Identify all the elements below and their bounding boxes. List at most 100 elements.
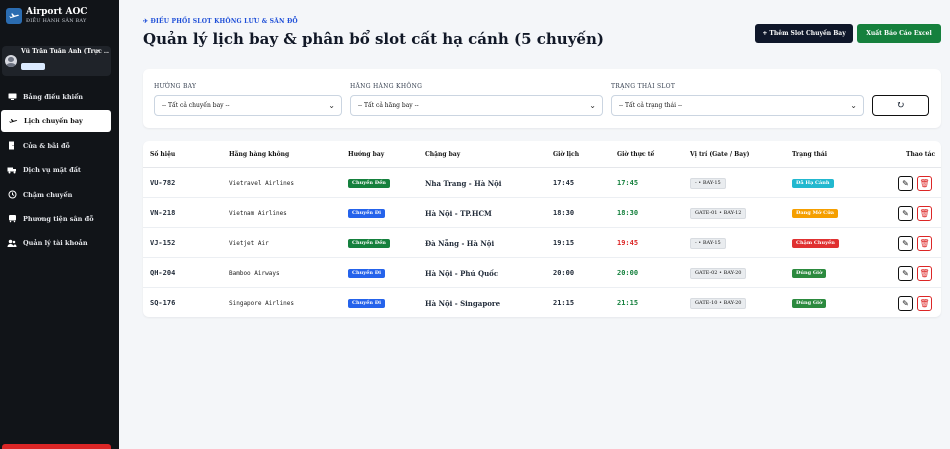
- position-badge: - • BAY-15: [690, 177, 726, 189]
- sidebar-item-apron-vehicles[interactable]: Phương tiện sân đỗ: [0, 208, 119, 230]
- position-badge: GATE-01 • BAY-12: [690, 207, 747, 219]
- chevron-down-icon: ⌄: [589, 101, 596, 110]
- delete-button[interactable]: 🗑: [917, 235, 932, 251]
- user-card[interactable]: Vũ Trần Tuấn Anh (Trực ...: [2, 46, 111, 76]
- airplane-logo-icon: [6, 8, 22, 24]
- route: Đà Nẵng - Hà Nội: [425, 238, 495, 248]
- status-cell: Đúng Giờ: [792, 288, 827, 317]
- airline-filter-label: HÃNG HÀNG KHÔNG: [350, 83, 423, 90]
- sidebar-item-accounts[interactable]: Quản lý tài khoản: [0, 232, 119, 254]
- status-filter-value: -- Tất cả trạng thái --: [619, 102, 683, 109]
- airline-filter-select[interactable]: -- Tất cả hãng bay -- ⌄: [350, 95, 603, 116]
- sidebar-item-label: Dịch vụ mặt đất: [23, 166, 81, 175]
- sidebar-item-ground-services[interactable]: Dịch vụ mặt đất: [0, 159, 119, 181]
- column-header: Chặng bay: [425, 151, 461, 158]
- refresh-button[interactable]: ↻: [872, 95, 929, 116]
- table-row[interactable]: QH-204 Bamboo Airways Chuyến Đi Hà Nội -…: [143, 258, 941, 288]
- status-badge: Chậm Chuyến: [792, 238, 839, 248]
- sidebar-item-delays[interactable]: Chậm chuyến: [0, 184, 119, 206]
- sidebar-item-label: Phương tiện sân đỗ: [23, 214, 94, 223]
- delete-button[interactable]: 🗑: [917, 205, 932, 221]
- position-cell: GATE-10 • BAY-20: [690, 288, 747, 317]
- page-title: Quản lý lịch bay & phân bổ slot cất hạ c…: [143, 30, 604, 48]
- column-header: Hãng hàng không: [229, 151, 290, 158]
- actual-time: 18:30: [617, 209, 639, 217]
- bus-icon: [7, 214, 17, 223]
- status-cell: Đã Hạ Cánh: [792, 168, 834, 198]
- column-header: Trạng thái: [792, 151, 828, 158]
- edit-icon: ✎: [902, 298, 909, 308]
- direction-filter-value: -- Tất cả chuyến bay --: [162, 102, 230, 109]
- row-actions: ✎ 🗑: [898, 258, 936, 288]
- position-cell: GATE-01 • BAY-12: [690, 198, 747, 228]
- direction-badge: Chuyến Đi: [348, 268, 385, 278]
- row-actions: ✎ 🗑: [898, 168, 936, 198]
- sidebar-item-label: Bảng điều khiển: [23, 93, 83, 101]
- scheduled-time: 20:00: [553, 269, 575, 277]
- edit-button[interactable]: ✎: [898, 295, 913, 311]
- trash-icon: 🗑: [919, 298, 930, 308]
- sidebar-item-label: Cửa & bãi đỗ: [23, 141, 70, 150]
- sidebar-nav: Bảng điều khiển Lịch chuyến bay Cửa & bã…: [0, 86, 119, 257]
- sidebar-item-flight-schedule[interactable]: Lịch chuyến bay: [1, 110, 111, 133]
- actual-time: 19:45: [617, 239, 639, 247]
- position-cell: - • BAY-15: [690, 228, 726, 258]
- table-row[interactable]: VJ-152 Vietjet Air Chuyến Đến Đà Nẵng - …: [143, 228, 941, 258]
- status-filter-label: TRẠNG THÁI SLOT: [611, 83, 676, 90]
- brand-title: Airport AOC: [26, 7, 88, 17]
- actual-time: 21:15: [617, 299, 639, 307]
- column-header: Hướng bay: [348, 151, 385, 158]
- status-badge: Đang Mở Cửa: [792, 208, 838, 218]
- status-badge: Đã Hạ Cánh: [792, 178, 834, 188]
- sidebar-item-gates[interactable]: Cửa & bãi đỗ: [0, 135, 119, 157]
- actual-time: 20:00: [617, 269, 639, 277]
- row-actions: ✎ 🗑: [898, 228, 936, 258]
- plane-icon: [8, 117, 18, 126]
- table-row[interactable]: SQ-176 Singapore Airlines Chuyến Đi Hà N…: [143, 288, 941, 317]
- position-cell: GATE-02 • BAY-20: [690, 258, 747, 288]
- brand[interactable]: Airport AOC ĐIỀU HÀNH SÂN BAY: [6, 4, 87, 28]
- direction-filter-select[interactable]: -- Tất cả chuyến bay -- ⌄: [154, 95, 342, 116]
- breadcrumb: ✈ ĐIỀU PHỐI SLOT KHÔNG LƯU & SÂN ĐỖ: [143, 18, 298, 25]
- position-badge: GATE-02 • BAY-20: [690, 267, 747, 279]
- flight-code: VJ-152: [150, 239, 176, 247]
- edit-button[interactable]: ✎: [898, 235, 913, 251]
- scheduled-time: 21:15: [553, 299, 575, 307]
- delete-button[interactable]: 🗑: [917, 295, 932, 311]
- edit-button[interactable]: ✎: [898, 265, 913, 281]
- route: Hà Nội - Singapore: [425, 298, 501, 308]
- clock-icon: [7, 190, 17, 199]
- delete-button[interactable]: 🗑: [917, 175, 932, 191]
- status-badge: Đúng Giờ: [792, 298, 827, 308]
- trash-icon: 🗑: [919, 268, 930, 278]
- position-badge: - • BAY-15: [690, 237, 726, 249]
- sidebar-item-label: Lịch chuyến bay: [24, 117, 83, 126]
- logout-button[interactable]: [2, 444, 111, 449]
- door-icon: [7, 141, 17, 150]
- status-filter-select[interactable]: -- Tất cả trạng thái -- ⌄: [611, 95, 864, 116]
- edit-button[interactable]: ✎: [898, 205, 913, 221]
- edit-icon: ✎: [902, 208, 909, 218]
- edit-button[interactable]: ✎: [898, 175, 913, 191]
- truck-icon: [7, 166, 17, 174]
- add-flight-slot-button[interactable]: + Thêm Slot Chuyến Bay: [755, 24, 853, 43]
- delete-button[interactable]: 🗑: [917, 265, 932, 281]
- route: Hà Nội - Phú Quốc: [425, 268, 499, 278]
- status-cell: Chậm Chuyến: [792, 228, 839, 258]
- route: Hà Nội - TP.HCM: [425, 208, 492, 218]
- direction-badge: Chuyến Đến: [348, 238, 390, 248]
- scheduled-time: 18:30: [553, 209, 575, 217]
- users-icon: [7, 239, 17, 248]
- breadcrumb-label: ĐIỀU PHỐI SLOT KHÔNG LƯU & SÂN ĐỖ: [150, 18, 298, 25]
- direction-cell: Chuyến Đi: [348, 258, 385, 288]
- table-row[interactable]: VN-218 Vietnam Airlines Chuyến Đi Hà Nội…: [143, 198, 941, 228]
- airline-name: Vietravel Airlines: [229, 179, 295, 187]
- export-excel-button[interactable]: Xuất Báo Cáo Excel: [857, 24, 941, 43]
- sidebar-item-dashboard[interactable]: Bảng điều khiển: [0, 86, 119, 108]
- table-row[interactable]: VU-782 Vietravel Airlines Chuyến Đến Nha…: [143, 168, 941, 198]
- flight-code: VN-218: [150, 209, 176, 217]
- column-header: Giờ thực tế: [617, 151, 655, 158]
- direction-filter-label: HƯỚNG BAY: [154, 83, 197, 90]
- sidebar-item-label: Chậm chuyến: [23, 190, 73, 199]
- direction-badge: Chuyến Đến: [348, 178, 390, 188]
